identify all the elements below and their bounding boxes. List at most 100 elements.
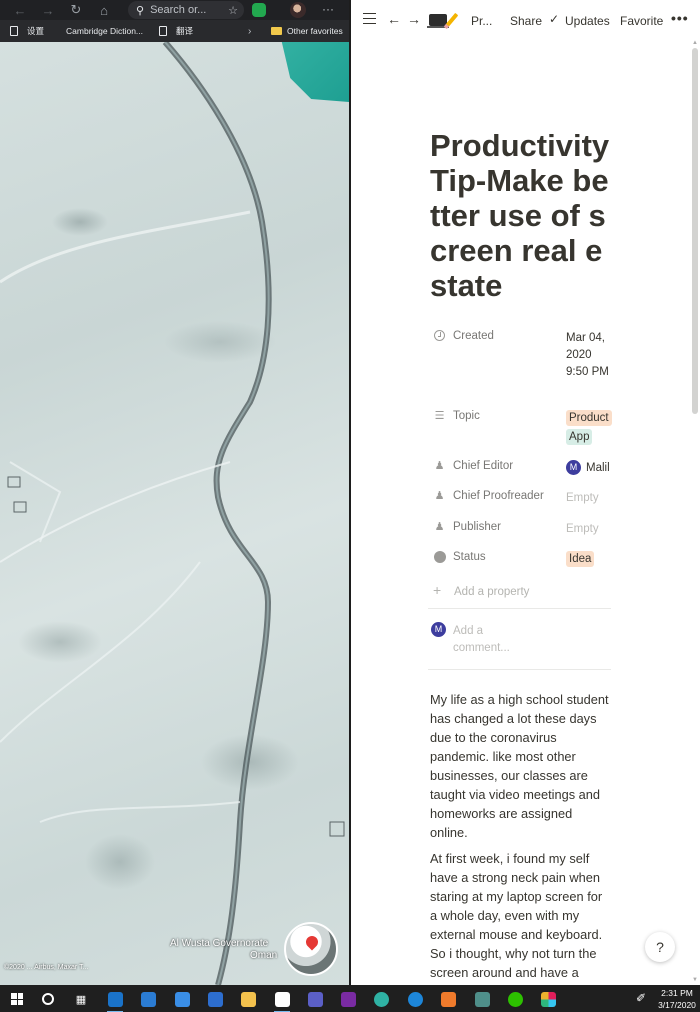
onenote-icon[interactable] bbox=[338, 989, 358, 1009]
add-property-button[interactable]: + Add a property bbox=[430, 582, 529, 598]
globe-button[interactable] bbox=[284, 922, 338, 976]
chevron-right-icon[interactable]: › bbox=[248, 26, 251, 37]
slack-icon[interactable] bbox=[538, 989, 558, 1009]
desktop: ← → ↻ ⌂ ⚲ Search or... ☆ ··· 设置 Cambridg… bbox=[0, 0, 700, 1012]
search-icon: ⚲ bbox=[136, 4, 145, 17]
back-arrow-icon[interactable]: ← bbox=[387, 11, 401, 27]
other-favorites[interactable]: Other favorites bbox=[271, 26, 343, 36]
page-icon bbox=[10, 26, 18, 36]
property-chief-proofreader[interactable]: ♟ Chief Proofreader Empty bbox=[430, 490, 616, 508]
status-badge[interactable]: Idea bbox=[566, 551, 595, 567]
forward-icon[interactable]: → bbox=[34, 0, 62, 20]
share-button[interactable]: Share bbox=[510, 14, 542, 28]
todo-icon[interactable] bbox=[172, 989, 192, 1009]
add-property-label: Add a property bbox=[454, 586, 530, 598]
scroll-down-icon[interactable]: ▼ bbox=[692, 977, 698, 983]
property-topic[interactable]: ☰ Topic Product App bbox=[430, 410, 616, 450]
property-name: Topic bbox=[453, 410, 480, 422]
favorites-bar: 设置 Cambridge Diction... 翻译 › Other favor… bbox=[0, 20, 349, 42]
other-favorites-label: Other favorites bbox=[287, 26, 343, 36]
bookmark-label: 设置 bbox=[27, 26, 45, 36]
property-status[interactable]: Status Idea bbox=[430, 551, 616, 569]
menu-icon[interactable] bbox=[363, 13, 376, 24]
scrollbar[interactable]: ▲ ▼ bbox=[690, 40, 700, 985]
favorite-star-icon[interactable]: ☆ bbox=[228, 4, 238, 17]
property-name: Status bbox=[453, 551, 486, 563]
home-icon[interactable]: ⌂ bbox=[90, 0, 118, 20]
clock-icon bbox=[433, 330, 446, 343]
property-value: Idea bbox=[566, 551, 616, 570]
profile-avatar[interactable] bbox=[290, 2, 306, 18]
help-button[interactable]: ? bbox=[645, 932, 675, 962]
scroll-up-icon[interactable]: ▲ bbox=[692, 40, 698, 46]
folder-icon bbox=[271, 27, 282, 35]
notion-icon[interactable] bbox=[272, 989, 292, 1012]
clock-date: 3/17/2020 bbox=[658, 1000, 696, 1010]
calendar-icon[interactable] bbox=[205, 989, 225, 1009]
status-icon bbox=[433, 551, 446, 564]
satellite-map[interactable]: Al Wusta Governorate Oman ©2020 ... Airb… bbox=[0, 42, 349, 985]
edge-dev-icon[interactable] bbox=[371, 989, 391, 1009]
app-teal-icon[interactable] bbox=[472, 989, 492, 1009]
search-icon[interactable] bbox=[38, 989, 58, 1009]
bookmark-cambridge[interactable]: Cambridge Diction... bbox=[66, 26, 143, 36]
page-icon bbox=[159, 26, 168, 36]
comment-input[interactable]: Add a comment... bbox=[453, 623, 533, 657]
plus-icon: + bbox=[433, 582, 442, 598]
evernote-extension-icon[interactable] bbox=[252, 3, 266, 17]
property-name: Created bbox=[453, 330, 494, 342]
notion-window: ← → Pr... Share ✓ Updates Favorite ••• ▲… bbox=[351, 0, 700, 985]
wechat-icon[interactable] bbox=[505, 989, 525, 1009]
avatar: M bbox=[566, 460, 581, 476]
property-created[interactable]: Created Mar 04, 2020 9:50 PM bbox=[430, 330, 616, 400]
updates-button[interactable]: Updates bbox=[565, 14, 610, 28]
back-icon[interactable]: ← bbox=[6, 0, 34, 20]
tag-product[interactable]: Product bbox=[566, 410, 612, 426]
system-clock[interactable]: 2:31 PM 3/17/2020 bbox=[656, 987, 698, 1011]
paragraph[interactable]: My life as a high school student has cha… bbox=[430, 690, 610, 842]
file-explorer-icon[interactable] bbox=[238, 989, 258, 1009]
task-view-icon[interactable]: ▦ bbox=[71, 989, 91, 1009]
divider bbox=[428, 608, 611, 609]
app-orange-icon[interactable] bbox=[438, 989, 458, 1009]
breadcrumb[interactable]: Pr... bbox=[471, 14, 492, 28]
country-name: Oman bbox=[250, 950, 278, 961]
person-name: Malil bbox=[586, 462, 610, 474]
divider bbox=[428, 669, 611, 670]
mail-app-icon[interactable] bbox=[105, 989, 125, 1012]
location-pin-icon bbox=[303, 933, 321, 951]
bookmark-label: Cambridge Diction... bbox=[66, 26, 144, 36]
property-publisher[interactable]: ♟ Publisher Empty bbox=[430, 521, 616, 539]
page-title[interactable]: Productivity Tip-Make better use of scre… bbox=[430, 128, 614, 303]
browser-toolbar: ← → ↻ ⌂ ⚲ Search or... ☆ ··· bbox=[0, 0, 349, 20]
teams-icon[interactable] bbox=[305, 989, 325, 1009]
bookmark-label: 翻译 bbox=[176, 26, 194, 36]
property-value: Product App bbox=[566, 410, 616, 448]
pen-icon[interactable]: ✐ bbox=[636, 991, 646, 1005]
tag-app[interactable]: App bbox=[566, 429, 593, 445]
bookmark-settings[interactable]: 设置 bbox=[10, 25, 44, 37]
map-roads bbox=[0, 42, 345, 985]
bookmark-translate[interactable]: 翻译 bbox=[159, 25, 193, 37]
more-options-icon[interactable]: ••• bbox=[671, 10, 689, 26]
edge-icon[interactable] bbox=[405, 989, 425, 1009]
refresh-icon[interactable]: ↻ bbox=[62, 0, 90, 20]
property-name: Publisher bbox=[453, 521, 501, 533]
address-bar[interactable]: ⚲ Search or... ☆ bbox=[128, 1, 244, 19]
check-icon: ✓ bbox=[549, 12, 560, 26]
property-value: Empty bbox=[566, 523, 599, 535]
avatar: M bbox=[431, 622, 446, 637]
property-chief-editor[interactable]: ♟ Chief Editor M Malil bbox=[430, 460, 616, 478]
map-credit: ©2020 ... Airbus, Maxar T... bbox=[4, 964, 89, 971]
browser-menu-icon[interactable]: ··· bbox=[322, 2, 334, 16]
start-button[interactable] bbox=[7, 989, 27, 1009]
forward-arrow-icon[interactable]: → bbox=[407, 11, 421, 27]
paragraph[interactable]: At first week, i found my self have a st… bbox=[430, 849, 610, 982]
address-placeholder: Search or... bbox=[150, 4, 207, 16]
scrollbar-thumb[interactable] bbox=[692, 48, 698, 414]
favorite-button[interactable]: Favorite bbox=[620, 14, 663, 28]
notion-topbar: ← → Pr... Share ✓ Updates Favorite ••• bbox=[351, 0, 700, 42]
outlook-icon[interactable] bbox=[138, 989, 158, 1009]
property-name: Chief Editor bbox=[453, 460, 514, 472]
place-name: Al Wusta Governorate bbox=[170, 938, 269, 949]
